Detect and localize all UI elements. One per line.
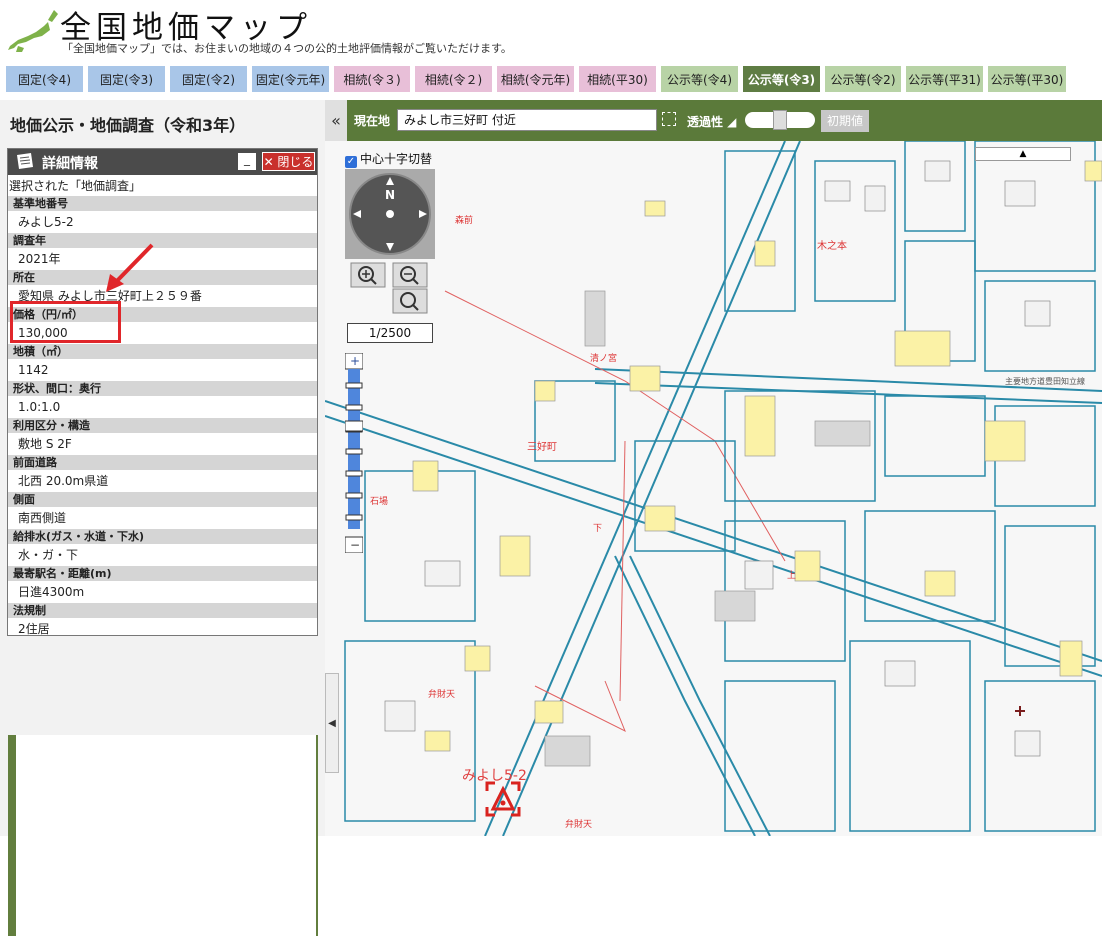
tab-7[interactable]: 相続(平30) xyxy=(578,65,657,93)
close-button[interactable]: ✕ 閉じる xyxy=(262,152,315,171)
map-base-layer: 主要地方道豊田知立線 xyxy=(325,141,1102,836)
app-header: 全国地価マップ 「全国地価マップ」では、お住まいの地域の４つの公的土地評価情報が… xyxy=(0,0,1102,60)
detail-field-label: 法規制 xyxy=(8,603,317,618)
place-label: 木之本 xyxy=(817,241,847,252)
japan-map-logo xyxy=(8,10,58,52)
tab-11[interactable]: 公示等(平31) xyxy=(905,65,984,93)
detail-field-label: 地積（㎡） xyxy=(8,344,317,359)
tab-12[interactable]: 公示等(平30) xyxy=(987,65,1067,93)
map-canvas[interactable]: 主要地方道豊田知立線 ✓ 中心十字切替 N 1/2500 + − 森前 木之本 … xyxy=(325,141,1102,836)
detail-field-label: 所在 xyxy=(8,270,317,285)
compass-north-label: N xyxy=(385,188,395,202)
zoom-box-icon[interactable] xyxy=(392,288,428,314)
zoom-in-icon[interactable] xyxy=(350,262,386,288)
checkbox-checked-icon[interactable]: ✓ xyxy=(345,156,357,168)
place-label: 石場 xyxy=(370,497,389,507)
place-label: 森前 xyxy=(455,216,474,226)
place-label: 三好町 xyxy=(527,442,557,453)
detail-field-label: 調査年 xyxy=(8,233,317,248)
document-icon xyxy=(17,153,33,169)
tab-4[interactable]: 相続(令３) xyxy=(333,65,411,93)
place-label: 清ノ宮 xyxy=(590,354,618,364)
location-input[interactable]: みよし市三好町 付近 xyxy=(397,109,657,131)
reset-button[interactable]: 初期値 xyxy=(821,110,869,132)
price-highlight-box xyxy=(10,301,121,343)
detail-rows: 基準地番号 みよし5-2 調査年 2021年 所在 愛知県 みよし市三好町上２５９番 価格（… xyxy=(8,196,317,636)
place-label: 上 xyxy=(787,571,797,581)
minimize-button[interactable]: _ xyxy=(238,153,256,170)
center-target-icon[interactable] xyxy=(662,112,676,126)
zoom-slider[interactable]: + − xyxy=(345,353,363,553)
zoom-out-icon[interactable] xyxy=(392,262,428,288)
transparency-label: 透過性 ◢ xyxy=(687,115,737,129)
detail-field-value: 敷地 S 2F xyxy=(18,437,72,451)
tab-0[interactable]: 固定(令4) xyxy=(5,65,84,93)
detail-field-value: 2021年 xyxy=(18,252,61,266)
tab-3[interactable]: 固定(令元年) xyxy=(251,65,330,93)
detail-field-value: 1.0:1.0 xyxy=(18,400,61,414)
detail-field-value: 水・ガ・下 xyxy=(18,548,79,562)
tab-6[interactable]: 相続(令元年) xyxy=(496,65,575,93)
detail-field-label: 基準地番号 xyxy=(8,196,317,211)
detail-field-value: 1142 xyxy=(18,363,49,377)
svg-text:+: + xyxy=(350,354,360,368)
transparency-slider-thumb[interactable] xyxy=(773,110,787,130)
place-label: 弁財天 xyxy=(565,820,593,830)
panel-title: 地価公示・地価調査（令和3年） xyxy=(10,116,246,135)
detail-field-value: 北西 20.0m県道 xyxy=(18,474,109,488)
annotation-arrow-icon xyxy=(106,243,154,292)
tab-10[interactable]: 公示等(令2) xyxy=(824,65,902,93)
detail-title: 詳細情報 xyxy=(42,156,98,172)
road-label: 主要地方道豊田知立線 xyxy=(1005,376,1085,386)
location-label: 現在地 xyxy=(354,114,391,128)
center-cross-label: 中心十字切替 xyxy=(360,152,433,166)
survey-point-marker-icon[interactable] xyxy=(485,781,521,817)
expand-left-icon[interactable]: ◀ xyxy=(325,673,339,773)
selected-layer-text: 選択された「地価調査」 xyxy=(9,179,142,193)
detail-info-window: 詳細情報 _ ✕ 閉じる 選択された「地価調査」 基準地番号みよし5-2 調査年 2… xyxy=(7,148,318,636)
detail-field-label: 給排水(ガス・水道・下水) xyxy=(8,529,317,544)
detail-field-label: 形状、間口：奥行 xyxy=(8,381,317,396)
dataset-tab-bar: 固定(令4) 固定(令3) 固定(令2) 固定(令元年) 相続(令３) 相続(令２) 相続(… xyxy=(0,62,1102,96)
app-subtitle: 「全国地価マップ」では、お住まいの地域の４つの公的土地評価情報がご覧いただけます… xyxy=(62,42,512,55)
overview-toggle-icon[interactable]: ▲ xyxy=(975,147,1071,161)
detail-field-value: みよし5-2 xyxy=(18,215,74,229)
map-navigation-control: N xyxy=(345,169,435,314)
tab-1[interactable]: 固定(令3) xyxy=(87,65,166,93)
detail-field-value: 日進4300m xyxy=(18,585,85,599)
detail-header[interactable]: 詳細情報 _ ✕ 閉じる xyxy=(8,149,317,175)
tab-8[interactable]: 公示等(令4) xyxy=(660,65,739,93)
detail-field-label: 側面 xyxy=(8,492,317,507)
detail-field-value: 2住居 xyxy=(18,622,50,636)
detail-field-label: 利用区分・構造 xyxy=(8,418,317,433)
detail-field-label: 最寄駅名・距離(m) xyxy=(8,566,317,581)
center-cross-toggle[interactable]: ✓ 中心十字切替 xyxy=(345,150,432,168)
map-scale: 1/2500 xyxy=(347,323,433,343)
collapse-panel-button[interactable]: « xyxy=(325,100,347,141)
map-toolbar: « 現在地 みよし市三好町 付近 透過性 ◢ 初期値 xyxy=(325,100,1102,141)
detail-field-label: 前面道路 xyxy=(8,455,317,470)
detail-field-value: 南西側道 xyxy=(18,511,67,525)
place-label: 下 xyxy=(593,524,603,534)
svg-text:−: − xyxy=(350,538,360,552)
tab-9[interactable]: 公示等(令3) xyxy=(742,65,821,93)
tab-5[interactable]: 相続(令２) xyxy=(414,65,493,93)
place-label: 弁財天 xyxy=(428,690,456,700)
tab-2[interactable]: 固定(令2) xyxy=(169,65,248,93)
